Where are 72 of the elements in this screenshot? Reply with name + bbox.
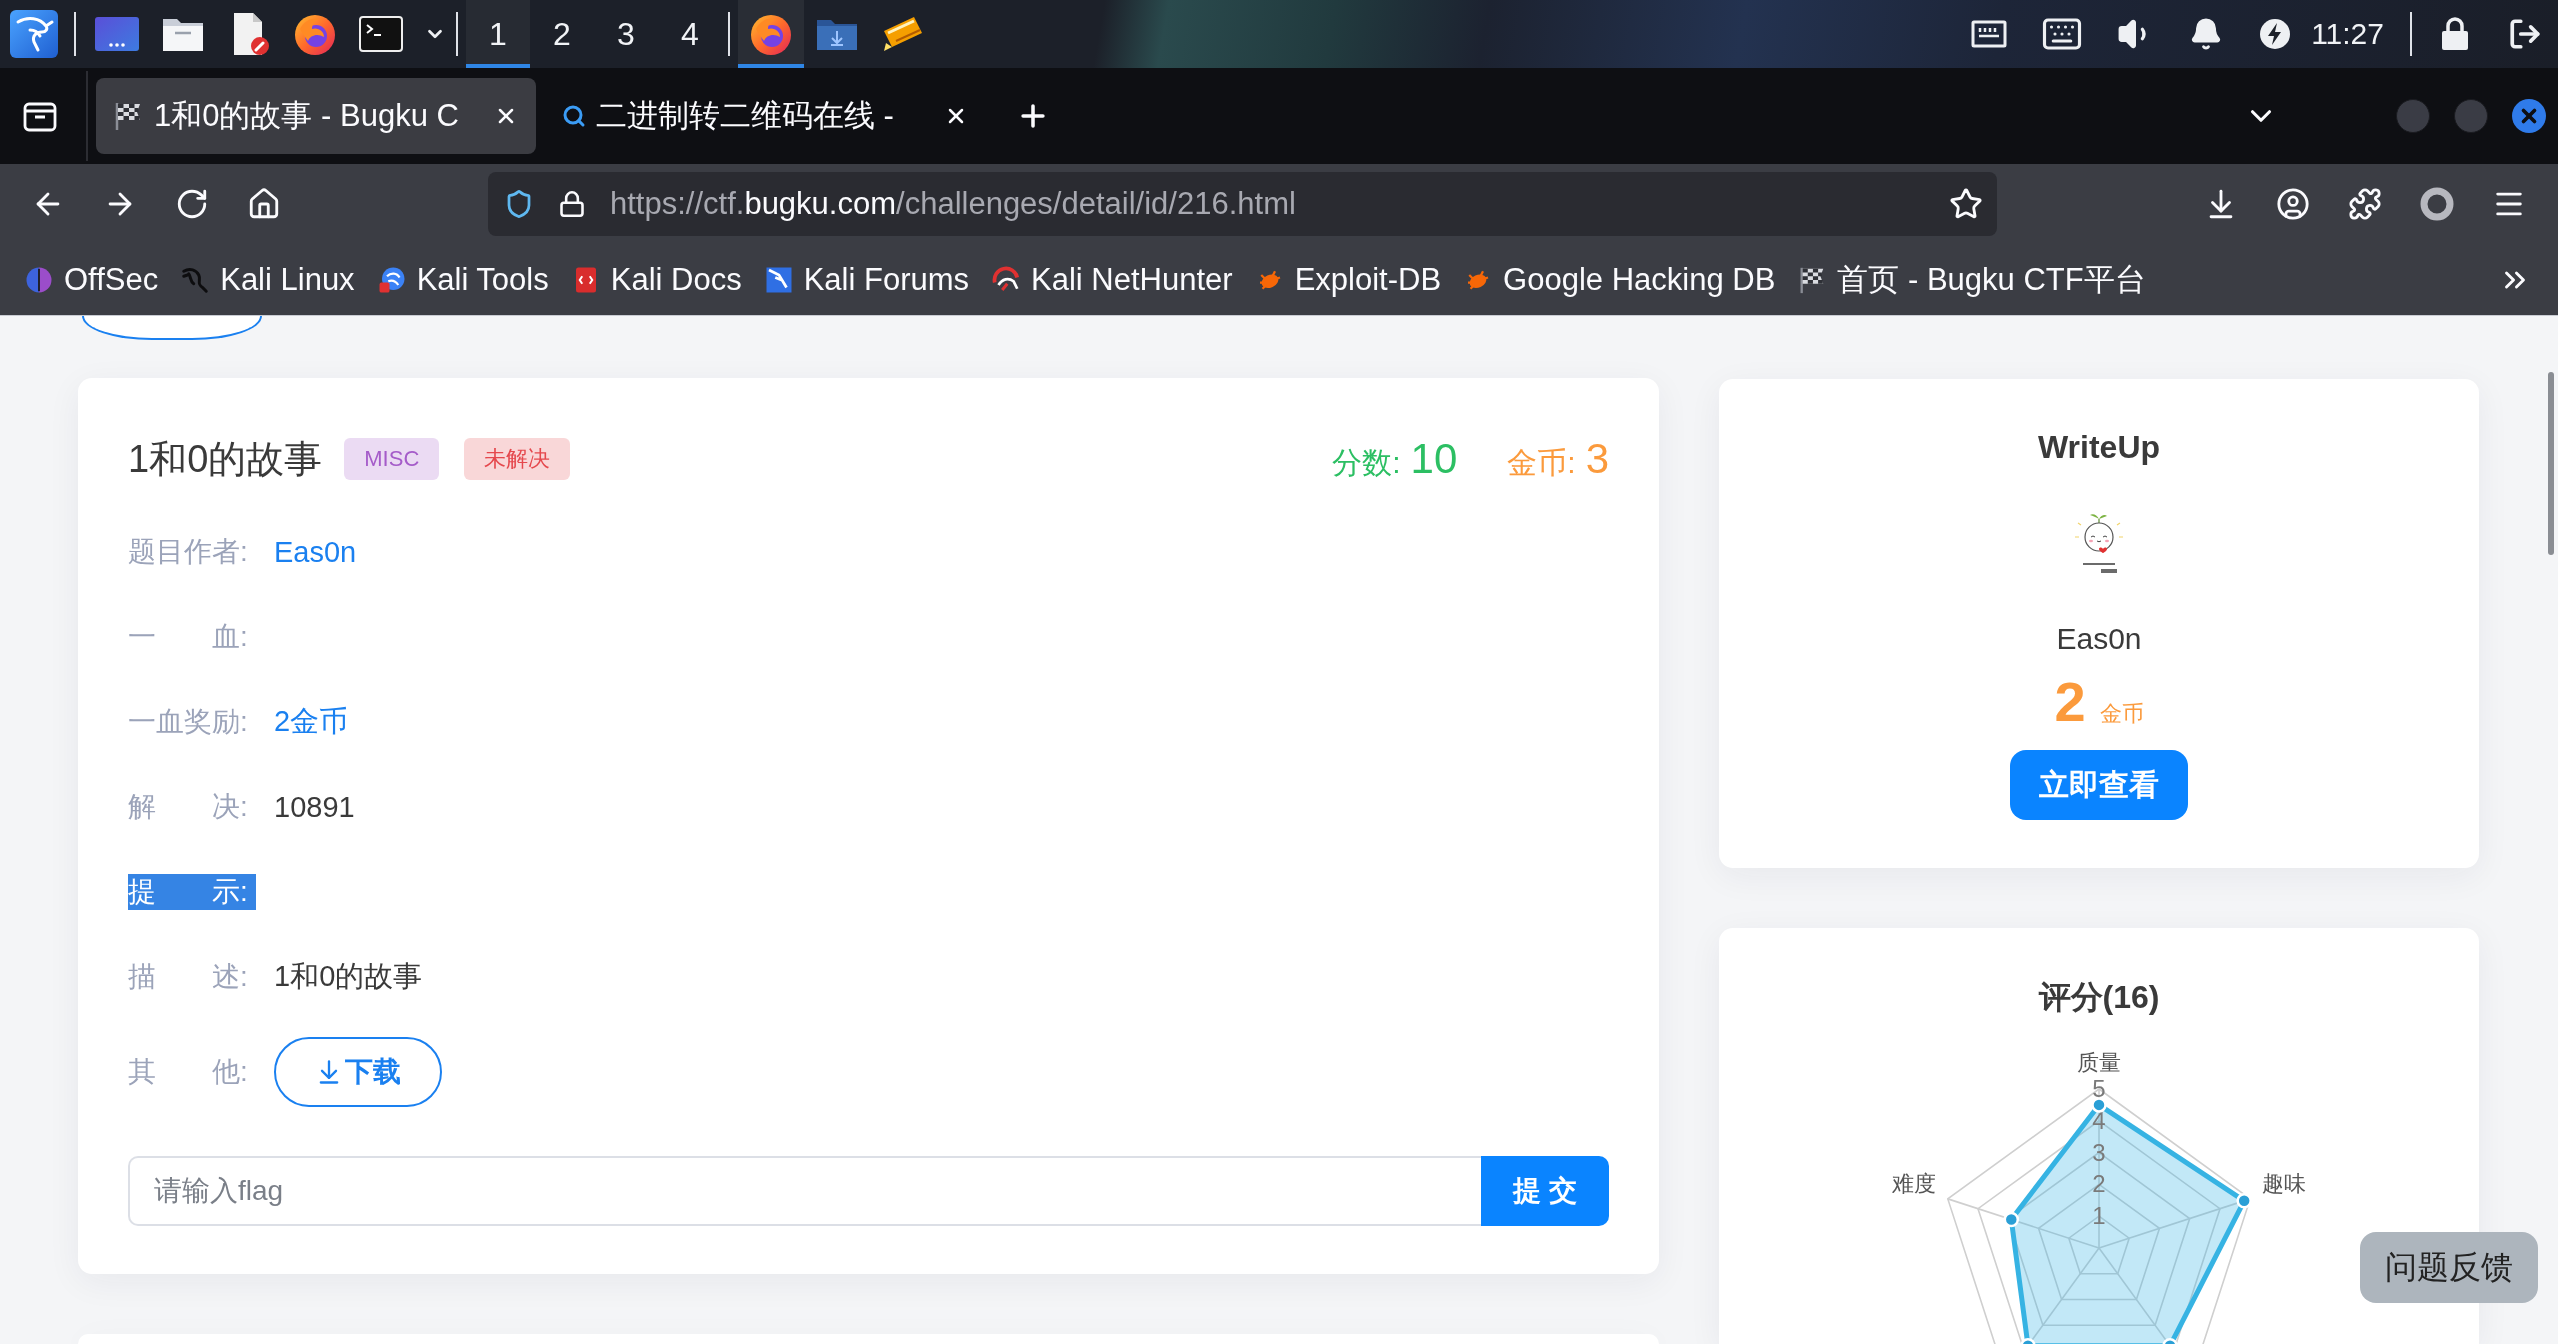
field-value: 10891 [274, 790, 355, 824]
field-label: 描 述: [128, 960, 249, 994]
download-button[interactable]: 下载 [274, 1037, 442, 1107]
workspace-button[interactable]: 4 [658, 0, 722, 68]
field-label: 提 示: [128, 874, 256, 910]
field-value: 1和0的故事 [274, 959, 423, 994]
browser-tab[interactable]: 1和0的故事 - Bugku C [96, 78, 536, 154]
view-button[interactable]: 立即查看 [2010, 750, 2188, 820]
value-link[interactable]: Eas0n [274, 535, 357, 569]
scrollbar-thumb[interactable] [2548, 372, 2554, 555]
data-point [2003, 1211, 2020, 1228]
bookmark-link[interactable]: Kali Docs [570, 261, 742, 298]
bookmark-link[interactable]: Kali Linux [180, 261, 355, 298]
bookmark-link[interactable]: Kali Forums [763, 261, 970, 298]
close-button[interactable] [2512, 99, 2546, 133]
bookmark-link[interactable]: Google Hacking DB [1463, 261, 1776, 298]
submit-button[interactable]: 提 交 [1481, 1156, 1609, 1226]
coins-value: 3 [1585, 434, 1609, 483]
coin-unit: 金币 [2099, 700, 2144, 728]
axis-label: 质量 [2077, 1050, 2121, 1075]
workspace-button[interactable]: 3 [594, 0, 658, 68]
lock-icon[interactable] [558, 190, 586, 218]
axis-label: 趣味 [2262, 1170, 2307, 1196]
search-icon [562, 104, 586, 128]
card-title: 评分(16) [2038, 978, 2160, 1016]
tick-label: 2 [2092, 1170, 2106, 1198]
author-name[interactable]: Eas0n [2056, 621, 2142, 657]
tick-label: 5 [2092, 1075, 2106, 1102]
field-label: 解 决: [128, 790, 249, 824]
bookmark-link[interactable]: Kali Tools [376, 261, 549, 298]
logout-icon[interactable] [2508, 17, 2542, 51]
tag: 未解决 [464, 438, 571, 480]
tag: MISC [344, 438, 440, 480]
bookmark-link[interactable]: Kali NetHunter [991, 261, 1233, 298]
launcher-icon[interactable] [10, 10, 58, 58]
address-field[interactable]: https://ctf.bugku.com/challenges/detail/id/216.html [488, 172, 1997, 236]
bookmark-link[interactable]: 首页 - Bugku CTF平台 [1797, 258, 2146, 301]
field-label: 一血奖励: [128, 705, 249, 739]
lock-icon[interactable] [2440, 17, 2470, 51]
puzzle-icon[interactable] [2348, 187, 2382, 221]
browser-tab[interactable]: 二进制转二维码在线 - [546, 78, 986, 154]
tick-label: 1 [2092, 1202, 2106, 1230]
clock-time[interactable]: 11:27 [2311, 17, 2384, 51]
bookmark-link[interactable]: OffSec [24, 261, 159, 298]
workspace-button[interactable]: 2 [530, 0, 594, 68]
workspace-button[interactable]: 1 [466, 0, 530, 68]
challenge-title: 1和0的故事 [128, 436, 323, 482]
card-title: WriteUp [2037, 428, 2161, 466]
bookmark-star-icon[interactable] [1949, 187, 1983, 221]
data-point [2091, 1097, 2107, 1113]
tick-label: 4 [2092, 1106, 2106, 1134]
account-icon[interactable] [2276, 187, 2310, 221]
score-value: 10 [1410, 434, 1458, 483]
field-label: 题目作者: [128, 535, 249, 569]
taskbar-window-button[interactable] [738, 0, 804, 68]
feedback-button[interactable]: 问题反馈 [2360, 1232, 2538, 1303]
value-link[interactable]: 2金币 [274, 702, 349, 742]
tick-label: 3 [2092, 1138, 2106, 1166]
field-label: 一 血: [128, 620, 249, 654]
axis-label: 难度 [1891, 1170, 1936, 1196]
flag-input[interactable]: 请输入flag [128, 1156, 1481, 1226]
data-point [2236, 1193, 2252, 1209]
url-text: https://ctf.bugku.com/challenges/detail/id/216.html [610, 186, 1297, 222]
score-label: 分数: [1332, 444, 1401, 481]
coin-amount: 2 [2054, 672, 2086, 732]
bolt-icon[interactable] [2259, 18, 2292, 50]
home-icon[interactable] [247, 187, 281, 221]
bookmark-link[interactable]: Exploit-DB [1254, 261, 1442, 298]
field-label: 其 他: [128, 1055, 249, 1089]
reload-icon[interactable] [175, 187, 209, 221]
coins-label: 金币: [1507, 444, 1576, 481]
ring-icon[interactable] [2420, 187, 2454, 221]
